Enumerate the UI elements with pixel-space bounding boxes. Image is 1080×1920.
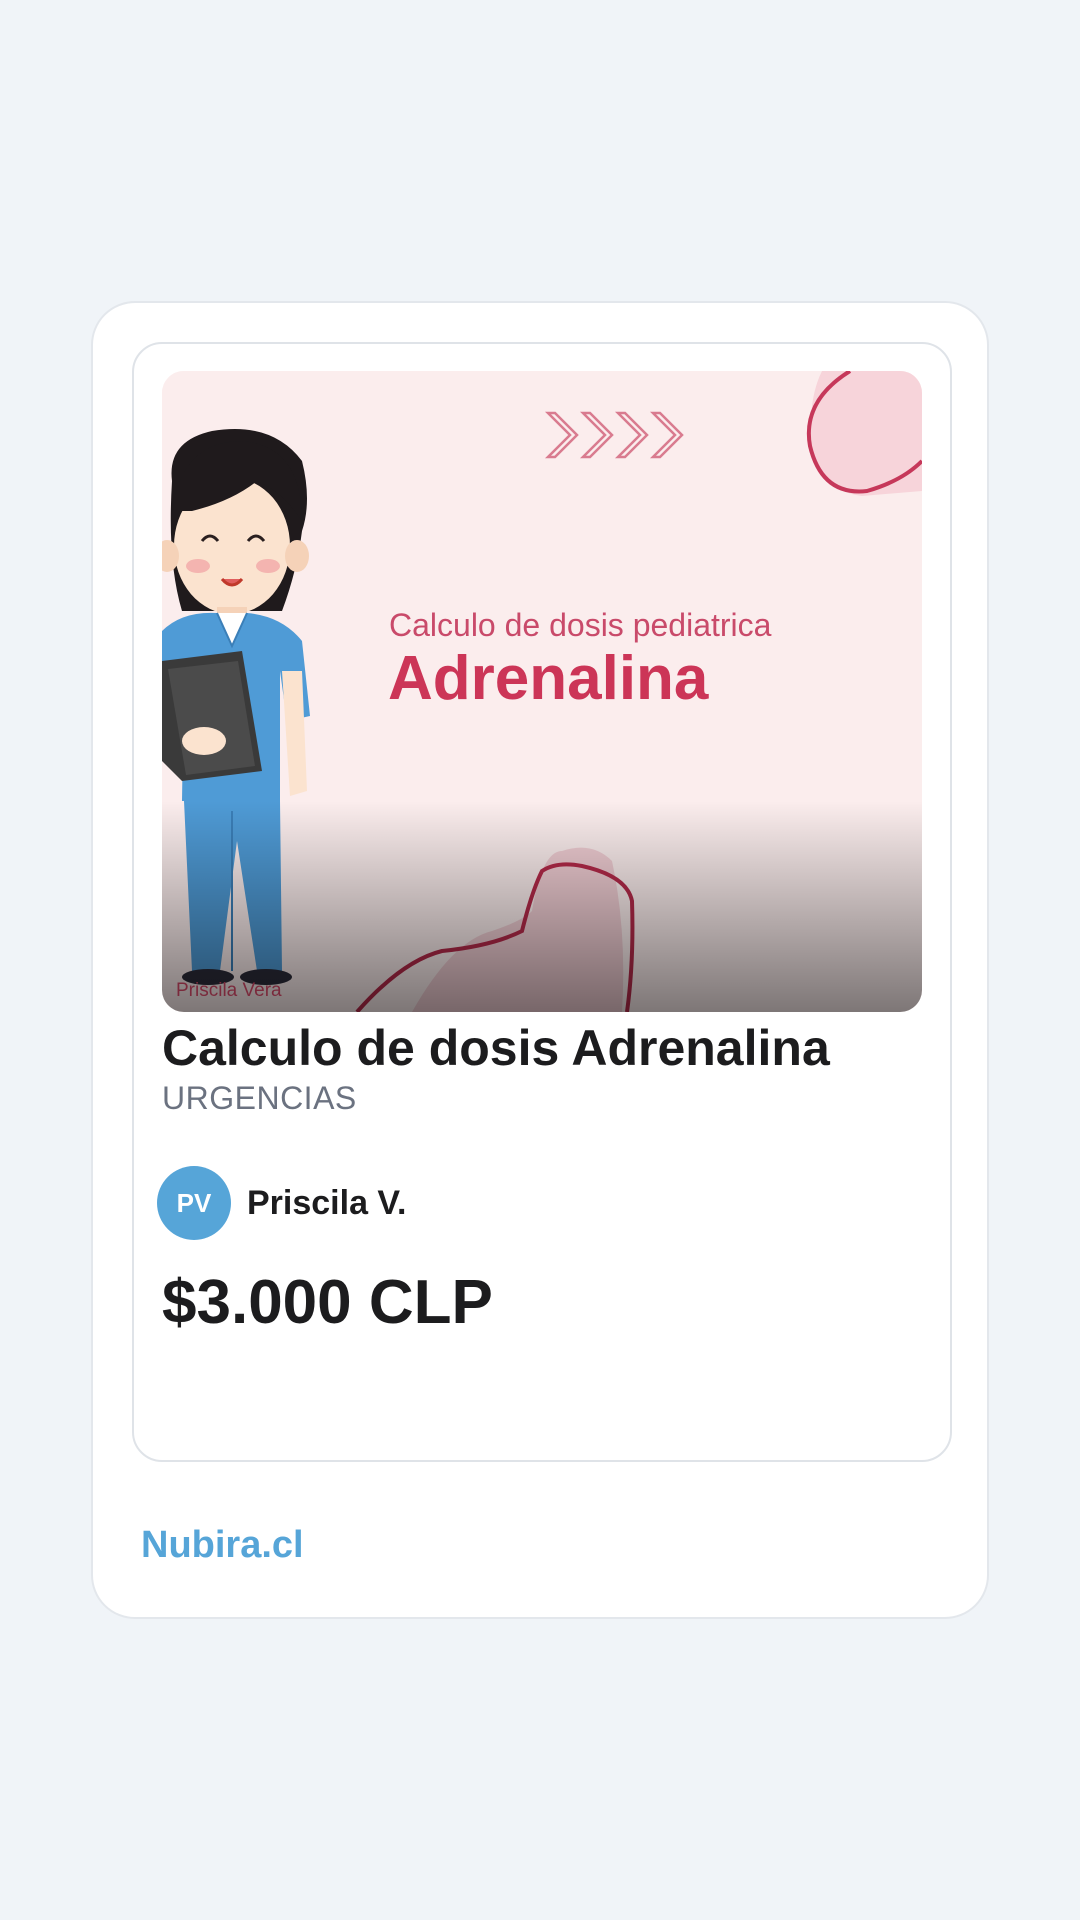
cover-author: Priscila Vera (176, 980, 282, 1001)
product-price: $3.000 CLP (162, 1268, 493, 1337)
avatar: PV (157, 1166, 231, 1240)
seller-name: Priscila V. (247, 1183, 407, 1222)
cover-subtitle: Calculo de dosis pediatrica (389, 607, 772, 643)
product-title[interactable]: Calculo de dosis Adrenalina (162, 1019, 830, 1077)
brand-link[interactable]: Nubira.cl (141, 1524, 304, 1567)
seller-info[interactable]: PV Priscila V. (157, 1166, 406, 1240)
product-card[interactable]: Calculo de dosis pediatrica Adrenalina P… (132, 342, 952, 1462)
product-cover-image[interactable]: Calculo de dosis pediatrica Adrenalina P… (162, 371, 922, 1012)
product-category: URGENCIAS (162, 1080, 357, 1116)
cover-title: Adrenalina (388, 644, 709, 713)
share-card: Calculo de dosis pediatrica Adrenalina P… (91, 301, 989, 1619)
